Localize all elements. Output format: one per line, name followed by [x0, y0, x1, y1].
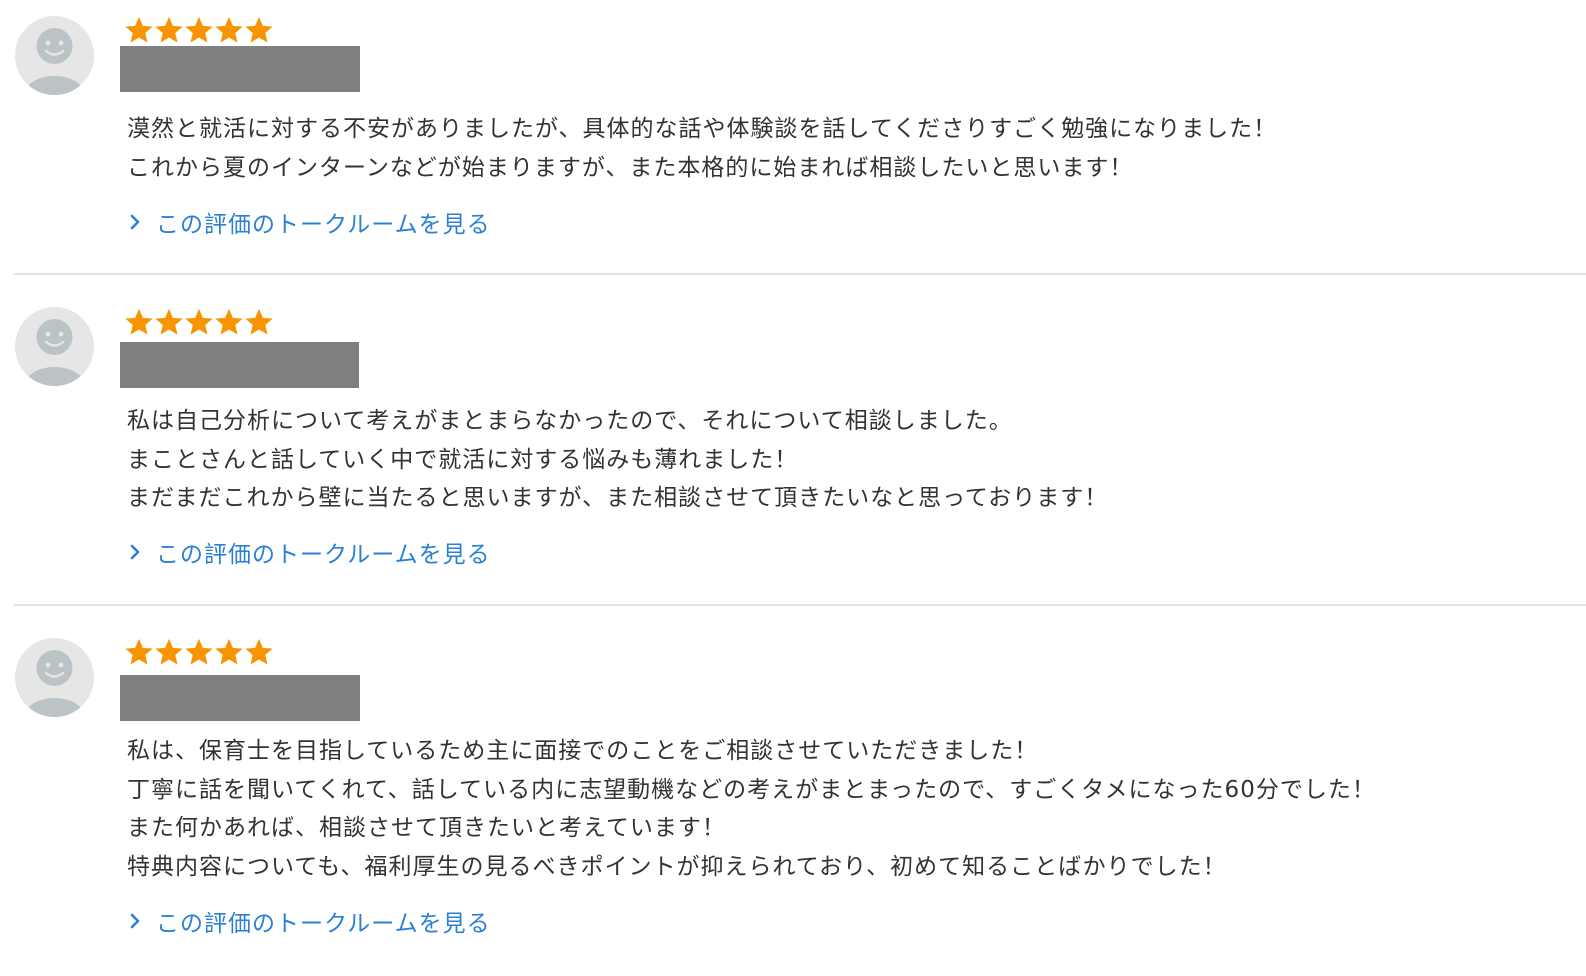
star-icon: [214, 637, 244, 667]
star-icon: [124, 637, 154, 667]
star-icon: [154, 307, 184, 337]
review-text-line: まことさんと話していく中で就活に対する悩みも薄れました！: [127, 446, 799, 473]
reviewer-name-redacted: [120, 342, 359, 388]
reviewer-name-redacted: [120, 675, 360, 721]
view-talkroom-link[interactable]: この評価のトークルームを見る: [128, 536, 491, 568]
star-icon: [214, 307, 244, 337]
user-avatar-icon: [15, 307, 94, 386]
review-text: 私は、保育士を目指しているため主に面接でのことをご相談させていただきました！ 丁…: [127, 732, 1567, 886]
view-talkroom-link[interactable]: この評価のトークルームを見る: [128, 905, 491, 937]
review-text-line: また何かあれば、相談させて頂きたいと考えています！: [127, 815, 726, 841]
review-item: 私は自己分析について考えがまとまらなかったので、それについて相談しました。 まこ…: [0, 275, 1586, 605]
user-avatar-icon: [15, 16, 94, 95]
view-talkroom-label[interactable]: この評価のトークルームを見る: [156, 904, 491, 938]
review-text-line: これから夏のインターンなどが始まりますが、また本格的に始まれば相談したいと思いま…: [127, 154, 1134, 181]
review-text-line: 私は自己分析について考えがまとまらなかったので、それについて相談しました。: [127, 408, 1013, 434]
star-rating: [124, 637, 274, 667]
star-icon: [184, 307, 214, 337]
review-text-line: 特典内容についても、福利厚生の見るべきポイントが抑えられており、初めて知ることば…: [127, 853, 1227, 880]
star-icon: [184, 15, 214, 45]
star-icon: [124, 307, 154, 337]
star-icon: [244, 637, 274, 667]
chevron-right-icon: [128, 912, 142, 930]
chevron-right-icon: [128, 213, 142, 231]
review-text-line: 丁寧に話を聞いてくれて、話している内に志望動機などの考えがまとまったので、すごく…: [127, 776, 1376, 803]
view-talkroom-label[interactable]: この評価のトークルームを見る: [156, 535, 491, 569]
star-icon: [154, 637, 184, 667]
reviewer-name-redacted: [120, 46, 360, 92]
review-text-line: 漠然と就活に対する不安がありましたが、具体的な話や体験談を話してくださりすごく勉…: [127, 116, 1278, 142]
star-icon: [244, 307, 274, 337]
star-rating: [124, 15, 274, 45]
star-icon: [184, 637, 214, 667]
review-text-line: 私は、保育士を目指しているため主に面接でのことをご相談させていただきました！: [127, 738, 1039, 764]
review-text-line: まだまだこれから壁に当たると思いますが、また相談させて頂きたいなと思っております…: [127, 485, 1109, 511]
star-icon: [124, 15, 154, 45]
review-item: 私は、保育士を目指しているため主に面接でのことをご相談させていただきました！ 丁…: [0, 606, 1586, 976]
star-icon: [214, 15, 244, 45]
star-icon: [154, 15, 184, 45]
view-talkroom-label[interactable]: この評価のトークルームを見る: [156, 205, 491, 239]
review-item: 漠然と就活に対する不安がありましたが、具体的な話や体験談を話してくださりすごく勉…: [0, 0, 1586, 274]
star-rating: [124, 307, 274, 337]
view-talkroom-link[interactable]: この評価のトークルームを見る: [128, 206, 491, 238]
user-avatar-icon: [15, 638, 94, 717]
review-text: 漠然と就活に対する不安がありましたが、具体的な話や体験談を話してくださりすごく勉…: [127, 110, 1567, 187]
review-text: 私は自己分析について考えがまとまらなかったので、それについて相談しました。 まこ…: [127, 402, 1567, 518]
star-icon: [244, 15, 274, 45]
chevron-right-icon: [128, 543, 142, 561]
